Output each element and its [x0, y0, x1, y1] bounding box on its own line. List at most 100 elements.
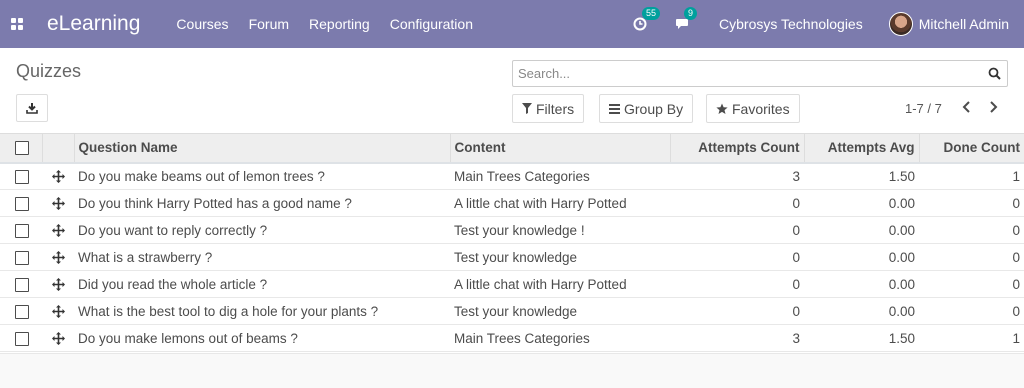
- company-switcher[interactable]: Cybrosys Technologies: [719, 16, 863, 32]
- drag-handle-cell: [42, 325, 74, 352]
- question-name-cell: Did you read the whole article ?: [78, 276, 268, 292]
- done-count-cell: 0: [1012, 249, 1020, 265]
- row-select-cell: [0, 163, 42, 190]
- content-cell: Test your knowledge !: [454, 222, 585, 238]
- table-row[interactable]: Do you make beams out of lemon trees ? M…: [0, 163, 1024, 190]
- download-icon: [26, 103, 38, 114]
- content-cell: Test your knowledge: [454, 303, 578, 319]
- attempts-avg-cell: 0.00: [888, 195, 915, 211]
- attempts-avg-cell: 0.00: [888, 249, 915, 265]
- user-name: Mitchell Admin: [918, 16, 1009, 32]
- select-all-checkbox[interactable]: [15, 141, 29, 156]
- content-cell: Main Trees Categories: [454, 168, 590, 184]
- attempts-count-cell: 0: [792, 195, 800, 211]
- group-by-icon: [609, 103, 620, 114]
- menu-reporting[interactable]: Reporting: [309, 16, 370, 32]
- table-header-row: Question Name Content Attempts Count Att…: [0, 133, 1024, 164]
- done-count-cell: 0: [1012, 276, 1020, 292]
- done-count-cell: 1: [1012, 168, 1020, 184]
- page-title[interactable]: Quizzes: [16, 61, 81, 82]
- chevron-left-icon[interactable]: [960, 100, 972, 114]
- column-content[interactable]: Content: [449, 133, 670, 164]
- drag-handle-icon[interactable]: [46, 277, 70, 291]
- column-question-name[interactable]: Question Name: [73, 133, 450, 164]
- pager-value[interactable]: 1-7 / 7: [905, 101, 942, 116]
- question-name-cell: Do you make lemons out of beams ?: [78, 330, 298, 346]
- activity-badge: 55: [642, 7, 661, 20]
- row-select-cell: [0, 190, 42, 217]
- menu-forum[interactable]: Forum: [249, 16, 289, 32]
- row-checkbox[interactable]: [15, 277, 29, 292]
- row-checkbox[interactable]: [15, 331, 29, 346]
- question-name-cell: Do you make beams out of lemon trees ?: [78, 168, 325, 184]
- drag-handle-icon[interactable]: [46, 223, 70, 237]
- menu-configuration[interactable]: Configuration: [390, 16, 473, 32]
- done-count-cell: 0: [1012, 222, 1020, 238]
- row-checkbox[interactable]: [15, 250, 29, 265]
- quiz-list-table: Question Name Content Attempts Count Att…: [0, 133, 1024, 352]
- attempts-avg-cell: 0.00: [888, 303, 915, 319]
- table-row[interactable]: What is the best tool to dig a hole for …: [0, 298, 1024, 325]
- drag-handle-icon[interactable]: [46, 196, 70, 210]
- attempts-count-cell: 0: [792, 303, 800, 319]
- done-count-cell: 1: [1012, 330, 1020, 346]
- table-row[interactable]: Do you make lemons out of beams ? Main T…: [0, 325, 1024, 352]
- search-icon[interactable]: [981, 67, 1007, 80]
- group-by-button[interactable]: Group By: [599, 94, 694, 123]
- row-checkbox[interactable]: [15, 223, 29, 238]
- row-select-cell: [0, 325, 42, 352]
- search-bar: [512, 60, 1008, 87]
- attempts-count-cell: 0: [792, 222, 800, 238]
- attempts-count-cell: 3: [792, 168, 800, 184]
- row-select-cell: [0, 271, 42, 298]
- drag-handle-cell: [42, 217, 74, 244]
- user-menu[interactable]: Mitchell Admin: [888, 12, 1009, 36]
- drag-handle-cell: [42, 244, 74, 271]
- drag-handle-cell: [42, 298, 74, 325]
- attempts-avg-cell: 1.50: [888, 330, 915, 346]
- app-brand[interactable]: eLearning: [47, 12, 140, 36]
- handle-header: [41, 133, 74, 164]
- drag-handle-icon[interactable]: [46, 250, 70, 264]
- search-input[interactable]: [513, 61, 981, 86]
- messages-menu[interactable]: 9: [675, 7, 698, 31]
- menu-courses[interactable]: Courses: [176, 16, 228, 32]
- drag-handle-cell: [42, 271, 74, 298]
- filters-label: Filters: [536, 100, 575, 117]
- activity-menu[interactable]: 55: [633, 7, 661, 31]
- apps-grid-icon[interactable]: [0, 0, 34, 48]
- content-cell: Test your knowledge: [454, 249, 578, 265]
- drag-handle-cell: [42, 190, 74, 217]
- table-row[interactable]: Did you read the whole article ? A littl…: [0, 271, 1024, 298]
- row-select-cell: [0, 298, 42, 325]
- table-row[interactable]: Do you think Harry Potted has a good nam…: [0, 190, 1024, 217]
- select-all-cell: [0, 133, 42, 164]
- drag-handle-icon[interactable]: [46, 331, 70, 345]
- favorites-button[interactable]: Favorites: [706, 94, 800, 123]
- chevron-right-icon[interactable]: [987, 100, 999, 114]
- table-footer-area: [0, 353, 1024, 388]
- content-cell: A little chat with Harry Potted: [454, 195, 627, 211]
- question-name-cell: What is the best tool to dig a hole for …: [78, 303, 379, 319]
- filters-button[interactable]: Filters: [512, 94, 585, 123]
- export-button[interactable]: [16, 94, 48, 122]
- row-checkbox[interactable]: [15, 169, 29, 184]
- table-row[interactable]: What is a strawberry ? Test your knowled…: [0, 244, 1024, 271]
- row-select-cell: [0, 244, 42, 271]
- drag-handle-icon[interactable]: [46, 304, 70, 318]
- content-cell: Main Trees Categories: [454, 330, 590, 346]
- messages-badge: 9: [684, 7, 698, 20]
- table-row[interactable]: Do you want to reply correctly ? Test yo…: [0, 217, 1024, 244]
- row-checkbox[interactable]: [15, 304, 29, 319]
- drag-handle-icon[interactable]: [46, 169, 70, 183]
- attempts-count-cell: 0: [792, 276, 800, 292]
- column-attempts-count[interactable]: Attempts Count: [669, 133, 804, 164]
- drag-handle-cell: [42, 163, 74, 190]
- row-checkbox[interactable]: [15, 196, 29, 211]
- group-by-label: Group By: [624, 100, 684, 117]
- column-attempts-avg[interactable]: Attempts Avg: [803, 133, 919, 164]
- column-done-count[interactable]: Done Count: [918, 133, 1024, 164]
- attempts-count-cell: 3: [792, 330, 800, 346]
- main-navbar: eLearning Courses Forum Reporting Config…: [0, 0, 1024, 48]
- favorites-label: Favorites: [732, 100, 790, 117]
